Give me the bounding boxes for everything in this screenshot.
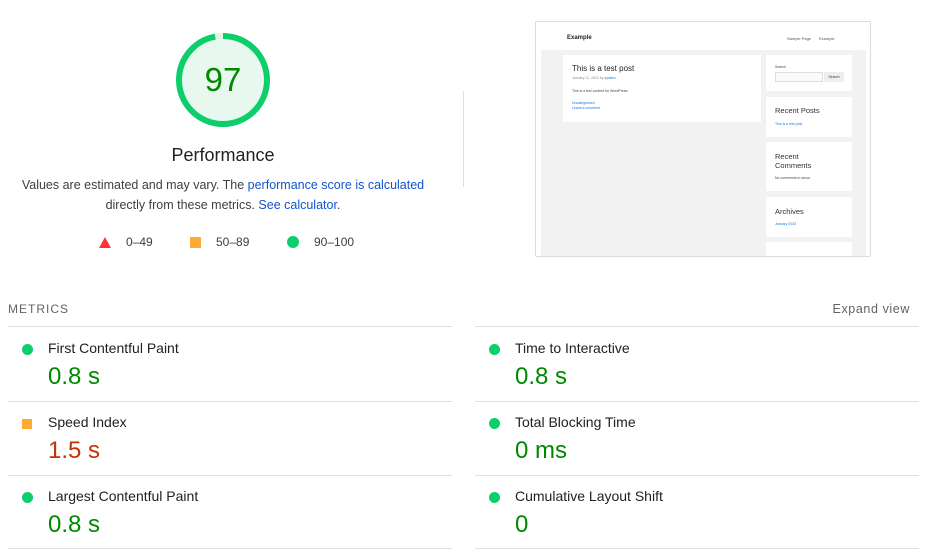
thumb-post-links: Uncategorized Leave a comment	[572, 101, 600, 111]
legend-fail-label: 0–49	[126, 235, 153, 249]
thumb-post-date: January 11, 2022 by	[572, 76, 605, 80]
legend-average: 50–89	[190, 234, 249, 250]
thumb-post-meta: January 11, 2022 by system	[572, 76, 616, 80]
thumb-page-body: This is a test post January 11, 2022 by …	[541, 50, 866, 256]
pass-circle-icon	[489, 418, 500, 429]
thumb-extra-widget	[766, 242, 852, 256]
metric-value: 1.5 s	[48, 437, 101, 464]
orange-square-icon	[190, 236, 201, 248]
metric-name: Total Blocking Time	[515, 414, 636, 430]
thumb-archives-item: January 2022	[775, 222, 797, 226]
metric-name: Time to Interactive	[515, 340, 630, 356]
vertical-divider	[463, 91, 464, 187]
average-square-icon	[22, 419, 32, 429]
thumb-search-box	[775, 72, 823, 82]
thumb-post-title: This is a test post	[572, 64, 635, 73]
thumb-post-card: This is a test post January 11, 2022 by …	[563, 55, 761, 122]
metrics-heading: METRICS	[8, 302, 69, 316]
thumb-search-button: Search	[824, 72, 844, 82]
thumb-nav-item: Sample Page	[787, 36, 812, 41]
thumb-site-title: Example	[567, 35, 592, 41]
note-middle: directly from these metrics.	[105, 198, 259, 212]
pass-circle-icon	[22, 492, 33, 503]
thumb-search-widget: Search Search	[766, 55, 852, 91]
divider	[8, 548, 452, 549]
thumb-search-label: Search	[775, 65, 787, 69]
metric-name: Largest Contentful Paint	[48, 488, 199, 504]
metric-value: 0.8 s	[48, 511, 101, 538]
thumb-recent-comments-title: Recent Comments	[775, 152, 812, 170]
metric-largest-contentful-paint: Largest Contentful Paint 0.8 s	[22, 475, 442, 547]
pass-circle-icon	[22, 344, 33, 355]
legend-fail: 0–49	[99, 234, 153, 250]
thumb-recent-posts-item: This is a test post	[775, 122, 803, 126]
pass-circle-icon	[489, 492, 500, 503]
performance-score: 97	[204, 61, 242, 98]
red-triangle-icon	[99, 236, 111, 248]
legend-average-label: 50–89	[216, 235, 250, 249]
see-calculator-link[interactable]: See calculator	[258, 198, 337, 212]
thumb-archives-title: Archives	[775, 207, 804, 216]
thumb-post-author: system	[604, 76, 616, 80]
thumb-recent-posts-widget: Recent Posts This is a test post	[766, 97, 852, 137]
metric-time-to-interactive: Time to Interactive 0.8 s	[489, 327, 909, 399]
expand-view-toggle[interactable]: Expand view	[833, 302, 910, 316]
metric-value: 0	[515, 511, 529, 538]
metric-name: Cumulative Layout Shift	[515, 488, 663, 504]
legend-pass: 90–100	[287, 234, 354, 250]
thumb-post-comment: Leave a comment	[572, 106, 600, 110]
pass-circle-icon	[489, 344, 500, 355]
thumb-recent-comments-text: No comments to show.	[775, 176, 811, 180]
thumb-nav-item: Example	[819, 36, 835, 41]
score-note: Values are estimated and may vary. The p…	[14, 175, 432, 215]
metric-cumulative-layout-shift: Cumulative Layout Shift 0	[489, 475, 909, 547]
final-screenshot-thumbnail[interactable]: Example Sample Page Example This is a te…	[535, 21, 871, 257]
metric-speed-index: Speed Index 1.5 s	[22, 401, 442, 473]
legend-pass-label: 90–100	[314, 235, 355, 249]
metric-value: 0.8 s	[48, 363, 101, 390]
divider	[475, 548, 919, 549]
metric-name: Speed Index	[48, 414, 127, 430]
green-circle-icon	[287, 236, 299, 248]
performance-gauge: 97	[174, 31, 272, 129]
performance-title: Performance	[171, 145, 275, 165]
metric-value: 0 ms	[515, 437, 568, 464]
thumb-site-header: Example Sample Page Example	[536, 22, 870, 50]
metric-total-blocking-time: Total Blocking Time 0 ms	[489, 401, 909, 473]
metric-value: 0.8 s	[515, 363, 568, 390]
thumb-archives-widget: Archives January 2022	[766, 197, 852, 237]
note-prefix: Values are estimated and may vary. The	[21, 178, 248, 192]
thumb-recent-posts-title: Recent Posts	[775, 106, 820, 115]
note-suffix: .	[336, 198, 341, 212]
metric-first-contentful-paint: First Contentful Paint 0.8 s	[22, 327, 442, 399]
thumb-recent-comments-widget: Recent Comments No comments to show.	[766, 142, 852, 191]
metric-name: First Contentful Paint	[48, 340, 179, 356]
thumb-post-text: This is a test content for WordPress.	[572, 89, 629, 93]
performance-score-link[interactable]: performance score is calculated	[248, 178, 424, 192]
